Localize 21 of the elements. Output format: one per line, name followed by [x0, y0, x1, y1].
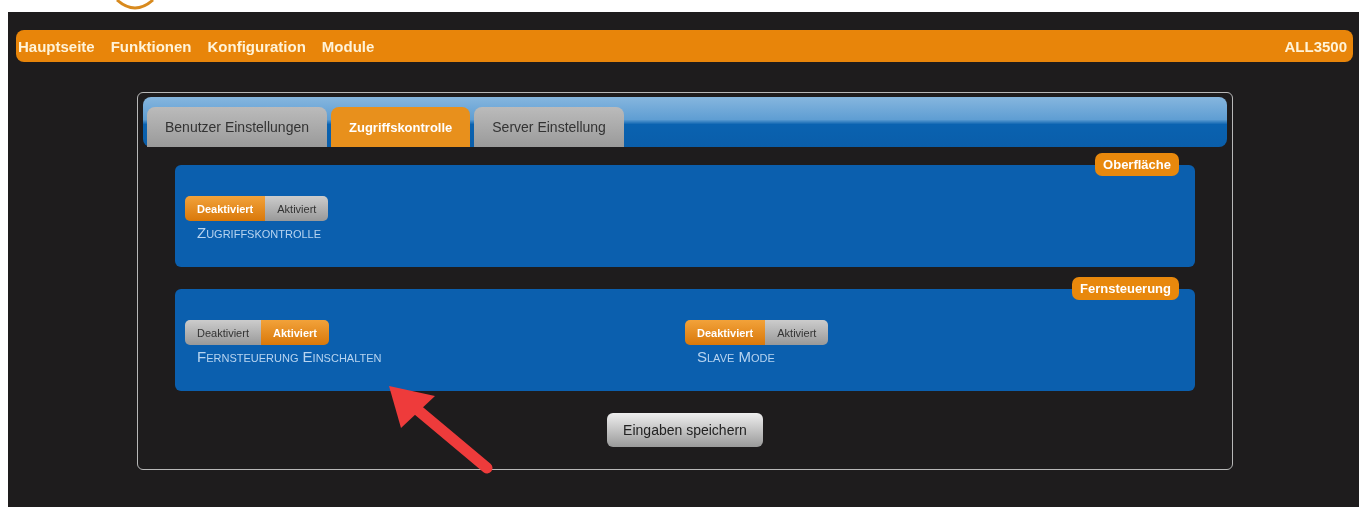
toggle-option[interactable]: Deaktiviert: [685, 320, 766, 345]
logo-icon: [115, 0, 155, 10]
nav-link[interactable]: Hauptseite: [18, 37, 95, 55]
field-label: Fernsteuerung Einschalten: [197, 348, 382, 365]
nav-link[interactable]: Module: [321, 37, 375, 55]
toggle-option[interactable]: Deaktiviert: [185, 320, 261, 345]
tab[interactable]: Benutzer Einstellungen: [147, 107, 327, 147]
field-label: Zugriffskontrolle: [197, 224, 322, 241]
nav-link[interactable]: Funktionen: [110, 37, 192, 55]
section-legend: Oberfläche: [1095, 153, 1179, 176]
tab[interactable]: Zugriffskontrolle: [331, 107, 471, 147]
tab[interactable]: Server Einstellung: [474, 107, 624, 147]
nav-link[interactable]: Konfiguration: [207, 37, 306, 55]
field-label: Slave Mode: [697, 348, 775, 365]
toggle-option[interactable]: Aktiviert: [260, 320, 329, 345]
save-button[interactable]: Eingaben speichern: [607, 413, 763, 447]
device-name: ALL3500: [1284, 37, 1347, 55]
section-legend: Fernsteuerung: [1072, 277, 1179, 300]
toggle-option[interactable]: Deaktiviert: [185, 196, 266, 221]
toggle-option[interactable]: Aktiviert: [265, 196, 329, 221]
toggle-option[interactable]: Aktiviert: [765, 320, 829, 345]
